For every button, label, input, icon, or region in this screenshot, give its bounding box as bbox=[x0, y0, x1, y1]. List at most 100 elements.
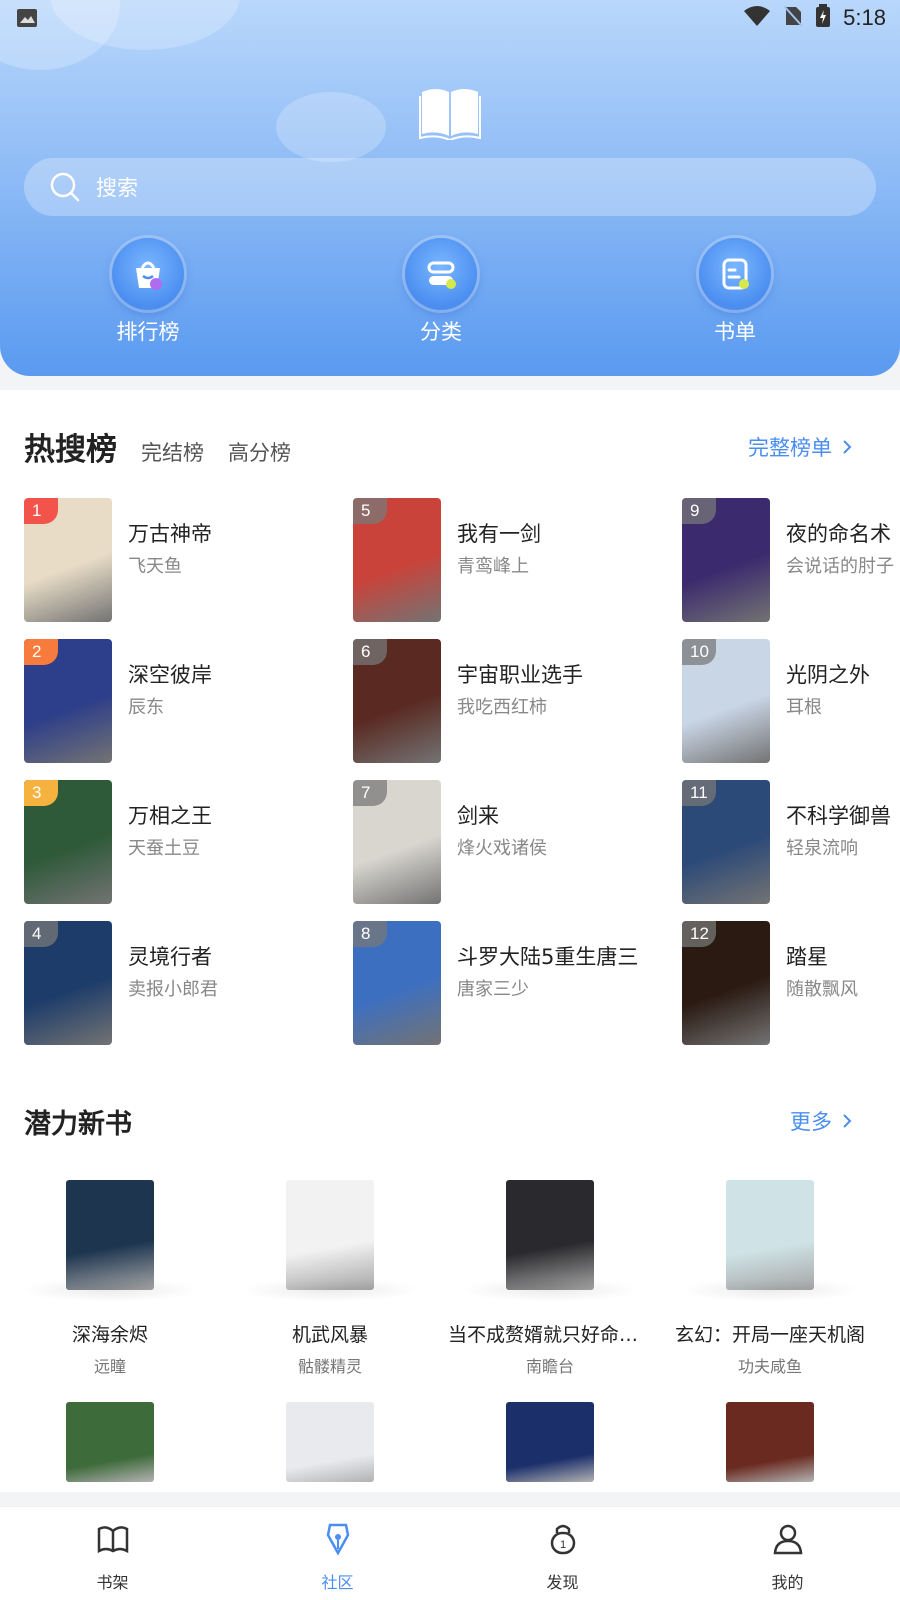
book-author: 轻泉流响 bbox=[786, 838, 858, 859]
book-title: 玄幻：开局一座天机阁 bbox=[674, 1324, 865, 1346]
book-author: 随散飘风 bbox=[786, 979, 858, 1000]
full-ranking-link[interactable]: 完整榜单 bbox=[748, 432, 852, 462]
entry-booklist-label: 书单 bbox=[714, 320, 756, 344]
entry-ranking[interactable]: 排行榜 bbox=[88, 238, 208, 346]
new-book-item[interactable] bbox=[440, 1402, 660, 1482]
book-cover: 10 bbox=[682, 639, 770, 763]
new-book-item[interactable]: 机武风暴 骷髅精灵 bbox=[220, 1180, 440, 1377]
battery-icon bbox=[815, 4, 831, 32]
book-title: 斗罗大陆5重生唐三 bbox=[457, 945, 639, 969]
ranking-item[interactable]: 2 深空彼岸 辰东 bbox=[24, 639, 344, 763]
nav-community-label: 社区 bbox=[321, 1573, 354, 1592]
book-author: 会说话的肘子 bbox=[786, 556, 894, 577]
hot-search-section: 热搜榜 完结榜 高分榜 完整榜单 1 万古神帝 飞天鱼 2 深空彼岸 辰东 3 万相之王 天蚕土… bbox=[0, 390, 900, 1080]
nav-discover[interactable]: 1 发现 bbox=[450, 1507, 675, 1600]
book-author: 烽火戏诸侯 bbox=[457, 838, 547, 859]
new-book-item[interactable] bbox=[0, 1402, 220, 1482]
book-cover: 2 bbox=[24, 639, 112, 763]
potential-new-books-section: 潜力新书 更多 深海余烬 远瞳 机武风暴 骷髅精灵 当不成赘婿就只好命格... 南瞻台 玄幻… bbox=[0, 1072, 900, 1492]
bottom-navigation: 书架 社区 1 发现 我的 bbox=[0, 1506, 900, 1600]
ranking-item[interactable]: 3 万相之王天蚕土豆 bbox=[24, 780, 344, 904]
rank-badge: 6 bbox=[353, 639, 387, 665]
section-title: 潜力新书 bbox=[24, 1109, 132, 1140]
nav-community[interactable]: 社区 bbox=[225, 1507, 450, 1600]
ranking-item[interactable]: 9 夜的命名术会说话的肘子 bbox=[682, 498, 900, 622]
more-link[interactable]: 更多 bbox=[790, 1106, 852, 1136]
nav-profile[interactable]: 我的 bbox=[675, 1507, 900, 1600]
new-book-item[interactable]: 当不成赘婿就只好命格... 南瞻台 bbox=[440, 1180, 660, 1377]
rank-badge: 11 bbox=[682, 780, 716, 806]
book-cover bbox=[286, 1402, 374, 1482]
book-cover bbox=[726, 1180, 814, 1290]
ranking-bag-icon bbox=[112, 238, 184, 310]
book-cover: 9 bbox=[682, 498, 770, 622]
ranking-item[interactable]: 5 我有一剑 青鸾峰上 bbox=[353, 498, 673, 622]
status-bar: 5:18 bbox=[0, 0, 900, 36]
tab-high-score[interactable]: 高分榜 bbox=[228, 437, 291, 467]
decor-bubble bbox=[276, 92, 386, 162]
book-cover bbox=[506, 1402, 594, 1482]
new-book-item[interactable] bbox=[220, 1402, 440, 1482]
book-title: 宇宙职业选手 bbox=[457, 663, 583, 687]
tab-hot-search[interactable]: 热搜榜 bbox=[24, 424, 117, 469]
ranking-item[interactable]: 4 灵境行者 卖报小郎君 bbox=[24, 921, 344, 1045]
entry-booklist[interactable]: 书单 bbox=[675, 238, 795, 346]
book-title: 深空彼岸 bbox=[128, 663, 212, 687]
status-time: 5:18 bbox=[843, 5, 886, 30]
rank-badge: 3 bbox=[24, 780, 58, 806]
book-cover bbox=[66, 1402, 154, 1482]
book-logo-icon bbox=[418, 84, 482, 142]
book-cover: 11 bbox=[682, 780, 770, 904]
book-title: 万相之王 bbox=[128, 804, 212, 828]
book-author: 青鸾峰上 bbox=[457, 556, 529, 577]
book-title: 当不成赘婿就只好命格... bbox=[448, 1324, 657, 1346]
book-author: 南瞻台 bbox=[525, 1357, 574, 1376]
book-title: 深海余烬 bbox=[71, 1324, 148, 1346]
book-title: 机武风暴 bbox=[291, 1324, 368, 1346]
category-icon bbox=[405, 238, 477, 310]
new-book-item[interactable]: 深海余烬 远瞳 bbox=[0, 1180, 220, 1377]
book-title: 踏星 bbox=[786, 945, 828, 969]
ranking-item[interactable]: 11 不科学御兽 轻泉流响 bbox=[682, 780, 900, 904]
book-cover bbox=[506, 1180, 594, 1290]
book-author: 功夫咸鱼 bbox=[737, 1357, 802, 1376]
rank-badge: 2 bbox=[24, 639, 58, 665]
ranking-item[interactable]: 8 斗罗大陆5重生唐三 唐家三少 bbox=[353, 921, 673, 1045]
chevron-right-icon bbox=[843, 440, 852, 454]
rank-badge: 9 bbox=[682, 498, 716, 524]
search-input[interactable]: 搜索 bbox=[24, 158, 876, 216]
book-title: 光阴之外 bbox=[786, 663, 870, 687]
discover-icon: 1 bbox=[550, 1524, 575, 1555]
rank-badge: 5 bbox=[353, 498, 387, 524]
new-book-item[interactable] bbox=[660, 1402, 880, 1482]
entry-category-label: 分类 bbox=[420, 320, 462, 344]
book-author: 唐家三少 bbox=[457, 979, 529, 1000]
entry-category[interactable]: 分类 bbox=[381, 238, 501, 346]
book-cover: 12 bbox=[682, 921, 770, 1045]
book-author: 卖报小郎君 bbox=[128, 979, 218, 1000]
book-author: 天蚕土豆 bbox=[128, 838, 200, 859]
book-title: 灵境行者 bbox=[128, 945, 212, 969]
ranking-item[interactable]: 10 光阴之外耳根 bbox=[682, 639, 900, 763]
community-pen-icon bbox=[326, 1523, 349, 1556]
book-author: 耳根 bbox=[786, 697, 822, 718]
chevron-right-icon bbox=[843, 1114, 852, 1128]
book-cover: 3 bbox=[24, 780, 112, 904]
book-title: 夜的命名术 bbox=[786, 522, 891, 546]
ranking-item[interactable]: 7 剑来 烽火戏诸侯 bbox=[353, 780, 673, 904]
booklist-icon bbox=[699, 238, 771, 310]
book-author: 远瞳 bbox=[93, 1357, 126, 1376]
search-icon bbox=[50, 172, 80, 202]
nav-profile-label: 我的 bbox=[771, 1573, 804, 1592]
ranking-item[interactable]: 6 宇宙职业选手 我吃西红柿 bbox=[353, 639, 673, 763]
ranking-item[interactable]: 12 踏星随散飘风 bbox=[682, 921, 900, 1045]
new-book-item[interactable]: 玄幻：开局一座天机阁 功夫咸鱼 bbox=[660, 1180, 880, 1377]
book-cover bbox=[726, 1402, 814, 1482]
nav-bookshelf[interactable]: 书架 bbox=[0, 1507, 225, 1600]
tab-completed[interactable]: 完结榜 bbox=[141, 437, 204, 467]
no-sim-icon bbox=[783, 5, 803, 31]
bookshelf-icon bbox=[97, 1526, 128, 1554]
rank-badge: 10 bbox=[682, 639, 716, 665]
book-cover: 8 bbox=[353, 921, 441, 1045]
ranking-item[interactable]: 1 万古神帝 飞天鱼 bbox=[24, 498, 344, 622]
